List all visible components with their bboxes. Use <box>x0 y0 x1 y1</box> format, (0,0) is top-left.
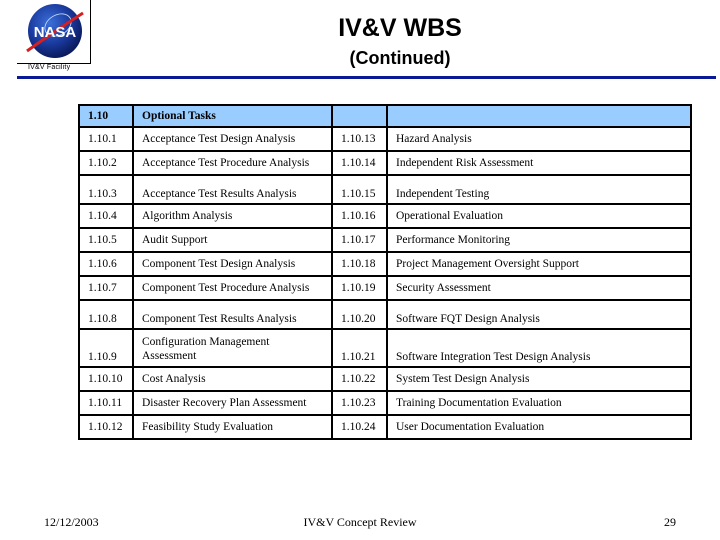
task-name: Performance Monitoring <box>386 227 692 253</box>
task-name: Acceptance Test Design Analysis <box>132 126 333 152</box>
facility-label: IV&V Facility <box>28 64 71 71</box>
wbs-table: 1.10 Optional Tasks 1.10.1 Acceptance Tes… <box>78 104 692 440</box>
task-number: 1.10.2 <box>78 150 134 176</box>
nasa-meatball-icon: NASA <box>26 4 84 58</box>
task-number: 1.10.15 <box>331 174 388 205</box>
task-number: 1.10.13 <box>331 126 388 152</box>
page-number: 29 <box>664 515 676 529</box>
header-divider <box>17 76 716 79</box>
task-number: 1.10.8 <box>78 299 134 330</box>
header-title: Optional Tasks <box>132 104 333 128</box>
task-name: Disaster Recovery Plan Assessment <box>132 390 333 416</box>
task-name: Feasibility Study Evaluation <box>132 414 333 440</box>
table-row: 1.10.3 Acceptance Test Results Analysis 1.… <box>78 174 692 205</box>
task-name: Audit Support <box>132 227 333 253</box>
task-name: Security Assessment <box>386 275 692 301</box>
logo-text: NASA <box>34 24 77 41</box>
table-row: 1.10.11 Disaster Recovery Plan Assessment… <box>78 390 692 416</box>
task-name: Project Management Oversight Support <box>386 251 692 277</box>
table-row: 1.10.4 Algorithm Analysis 1.10.16 Operation… <box>78 203 692 229</box>
task-name: Acceptance Test Results Analysis <box>132 174 333 205</box>
task-number: 1.10.12 <box>78 414 134 440</box>
table-row: 1.10.1 Acceptance Test Design Analysis 1.1… <box>78 126 692 152</box>
task-number: 1.10.18 <box>331 251 388 277</box>
task-number: 1.10.7 <box>78 275 134 301</box>
task-name: Configuration Management Assessment <box>132 328 333 368</box>
table-row: 1.10.12 Feasibility Study Evaluation 1.10.… <box>78 414 692 440</box>
table-row: 1.10.8 Component Test Results Analysis 1.1… <box>78 299 692 330</box>
footer-title: IV&V Concept Review <box>303 515 417 529</box>
task-number: 1.10.22 <box>331 366 388 392</box>
task-name: Software Integration Test Design Analysi… <box>386 328 692 368</box>
task-number: 1.10.21 <box>331 328 388 368</box>
task-number: 1.10.1 <box>78 126 134 152</box>
nasa-logo: NASA <box>17 0 91 64</box>
task-number: 1.10.24 <box>331 414 388 440</box>
footer-date: 12/12/2003 <box>44 515 99 529</box>
task-name: User Documentation Evaluation <box>386 414 692 440</box>
table-row: 1.10.2 Acceptance Test Procedure Analysis… <box>78 150 692 176</box>
task-number: 1.10.10 <box>78 366 134 392</box>
task-name: Component Test Design Analysis <box>132 251 333 277</box>
table-header-row: 1.10 Optional Tasks <box>78 104 692 128</box>
table-row: 1.10.7 Component Test Procedure Analysis 1… <box>78 275 692 301</box>
task-name: System Test Design Analysis <box>386 366 692 392</box>
table-row: 1.10.9 Configuration Management Assessmen… <box>78 328 692 368</box>
task-name: Cost Analysis <box>132 366 333 392</box>
task-number: 1.10.16 <box>331 203 388 229</box>
task-number: 1.10.9 <box>78 328 134 368</box>
task-name: Software FQT Design Analysis <box>386 299 692 330</box>
task-number: 1.10.4 <box>78 203 134 229</box>
task-name: Training Documentation Evaluation <box>386 390 692 416</box>
page-subtitle: (Continued) <box>349 48 451 68</box>
task-number: 1.10.3 <box>78 174 134 205</box>
header-number: 1.10 <box>78 104 134 128</box>
page-title: IV&V WBS <box>338 14 462 42</box>
task-number: 1.10.5 <box>78 227 134 253</box>
table-row: 1.10.6 Component Test Design Analysis 1.10… <box>78 251 692 277</box>
task-name: Component Test Procedure Analysis <box>132 275 333 301</box>
header-title-2 <box>386 104 692 128</box>
task-number: 1.10.17 <box>331 227 388 253</box>
task-number: 1.10.20 <box>331 299 388 330</box>
table-row: 1.10.10 Cost Analysis 1.10.22 System Test D… <box>78 366 692 392</box>
task-name: Hazard Analysis <box>386 126 692 152</box>
task-number: 1.10.6 <box>78 251 134 277</box>
task-name: Operational Evaluation <box>386 203 692 229</box>
task-number: 1.10.14 <box>331 150 388 176</box>
task-number: 1.10.11 <box>78 390 134 416</box>
task-name: Algorithm Analysis <box>132 203 333 229</box>
task-number: 1.10.23 <box>331 390 388 416</box>
task-name: Acceptance Test Procedure Analysis <box>132 150 333 176</box>
task-name: Independent Testing <box>386 174 692 205</box>
task-number: 1.10.19 <box>331 275 388 301</box>
task-name: Component Test Results Analysis <box>132 299 333 330</box>
task-name: Independent Risk Assessment <box>386 150 692 176</box>
header-number-2 <box>331 104 388 128</box>
table-row: 1.10.5 Audit Support 1.10.17 Performance Mo… <box>78 227 692 253</box>
